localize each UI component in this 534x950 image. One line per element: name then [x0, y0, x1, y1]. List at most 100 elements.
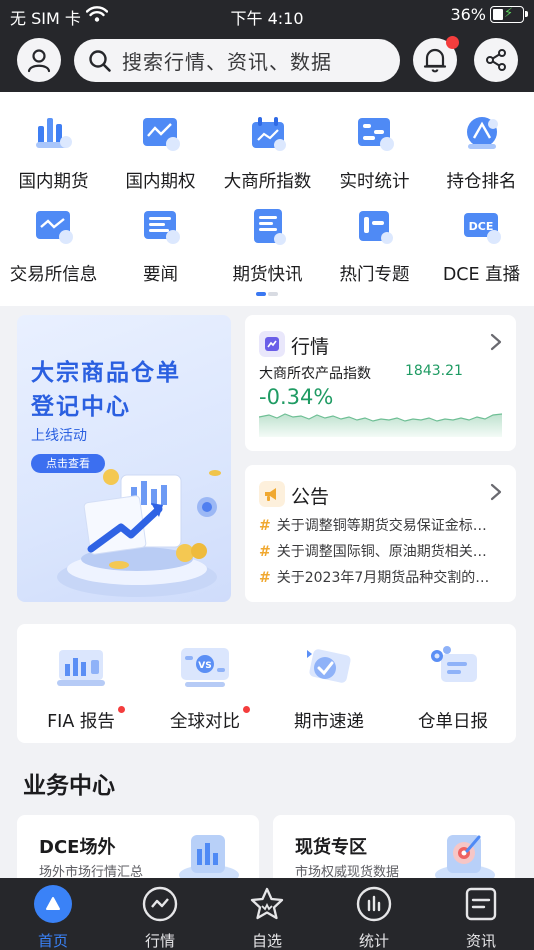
search-icon — [89, 49, 111, 72]
tool-market-express[interactable]: 期市速递 — [269, 642, 389, 733]
grid-item-realtime-stats[interactable]: 实时统计 — [321, 112, 428, 193]
notice-item[interactable]: # 关于2023年7月期货品种交割的公告 — [259, 567, 499, 587]
tab-label: 资讯 — [465, 932, 496, 950]
tab-label: 统计 — [358, 932, 389, 950]
grid-label: 持仓排名 — [446, 172, 517, 192]
global-compare-icon: VS — [181, 648, 229, 687]
tab-label: 行情 — [144, 932, 175, 950]
grid-label: 要闻 — [143, 265, 178, 285]
tab-label: 首页 — [37, 932, 68, 950]
tool-badge — [243, 706, 250, 713]
top-bar: 无 SIM 卡 下午 4:10 36% ⚡ 搜索行情、资讯、数据 — [0, 0, 534, 92]
index-value: 1843.21 — [405, 363, 463, 379]
share-button[interactable] — [474, 38, 518, 82]
grid-label: 实时统计 — [339, 172, 410, 192]
status-bar: 无 SIM 卡 下午 4:10 36% ⚡ — [0, 0, 534, 30]
news-icon — [143, 211, 180, 244]
tab-news[interactable]: 资讯 — [428, 884, 534, 950]
tab-watchlist[interactable]: 自选 — [214, 884, 320, 950]
stats-icon — [356, 886, 392, 922]
banner-title-line1: 大宗商品仓单 — [31, 360, 181, 386]
notification-badge — [446, 36, 459, 49]
tool-fia-report[interactable]: FIA 报告 — [21, 642, 141, 733]
notice-card[interactable]: 公告 #关于调整铜等期货交易保证金标准的通知 #关于调整国际铜、原油期货相关合约… — [245, 465, 516, 602]
banner-subtitle: 上线活动 — [31, 428, 87, 444]
flash-news-icon — [253, 209, 286, 245]
notice-item[interactable]: #关于调整铜等期货交易保证金标准的通知 — [259, 515, 499, 535]
svg-text:VS: VS — [198, 661, 211, 671]
tool-badge — [117, 706, 125, 713]
grid-label: 热门专题 — [339, 265, 410, 285]
bottom-tab-bar: 首页 行情 自选 统计 资讯 — [0, 878, 534, 950]
topics-icon — [358, 211, 393, 244]
notifications-button[interactable] — [413, 36, 459, 82]
tool-receipt-daily[interactable]: 仓单日报 — [393, 642, 513, 733]
business-section-title: 业务中心 — [23, 773, 115, 799]
tool-global-compare[interactable]: VS 全球对比 — [145, 642, 265, 733]
grid-item-dce-live[interactable]: DCE DCE 直播 — [428, 205, 534, 286]
grid-item-exchange-info[interactable]: 交易所信息 — [0, 205, 107, 286]
market-card-title: 行情 — [291, 336, 330, 358]
notice-item[interactable]: #关于调整国际铜、原油期货相关合约的通知 — [259, 541, 499, 561]
avatar-button[interactable] — [17, 38, 61, 82]
battery-icon: ⚡ — [490, 6, 528, 23]
tool-label: 仓单日报 — [418, 712, 488, 732]
tab-stats[interactable]: 统计 — [321, 884, 427, 950]
tool-label: 全球对比 — [170, 706, 250, 733]
svg-text:DCE: DCE — [468, 220, 493, 233]
bell-icon — [423, 48, 447, 73]
chevron-right-icon[interactable] — [490, 333, 502, 351]
market-icon — [259, 331, 285, 357]
market-card[interactable]: 行情 大商所农产品指数 1843.21 -0.34% — [245, 315, 516, 451]
grid-label: 国内期权 — [125, 172, 196, 192]
exchange-info-icon — [35, 211, 73, 244]
otc-icon — [179, 835, 239, 885]
home-icon — [34, 885, 72, 923]
star-icon — [250, 887, 284, 920]
promo-banner[interactable]: 大宗商品仓单 登记中心 上线活动 点击查看 — [17, 315, 231, 602]
user-icon — [27, 49, 51, 73]
grid-label: 国内期货 — [18, 172, 89, 192]
live-icon: DCE — [463, 213, 501, 244]
grid-item-dce-index[interactable]: 大商所指数 — [214, 112, 321, 193]
grid-label: DCE 直播 — [442, 265, 521, 285]
notice-card-title: 公告 — [291, 486, 330, 508]
tab-market[interactable]: 行情 — [107, 884, 213, 950]
banner-title-line2: 登记中心 — [31, 394, 131, 420]
ranking-icon — [466, 117, 498, 149]
index-name: 大商所农产品指数 — [259, 366, 371, 382]
chevron-right-icon[interactable] — [490, 483, 502, 501]
tab-label: 自选 — [251, 932, 282, 950]
grid-item-options[interactable]: 国内期权 — [107, 112, 214, 193]
tool-label: FIA 报告 — [47, 706, 125, 733]
business-card-spot-zone[interactable]: 现货专区 市场权威现货数据 — [273, 815, 515, 885]
megaphone-icon — [259, 481, 285, 507]
index-icon — [251, 117, 286, 151]
warehouse-receipt-illustration — [57, 469, 221, 597]
index-sparkline — [259, 413, 502, 437]
target-icon — [435, 835, 495, 885]
business-card-dce-otc[interactable]: DCE场外 场外市场行情汇总 — [17, 815, 259, 885]
search-placeholder: 搜索行情、资讯、数据 — [122, 50, 332, 74]
grid-item-futures[interactable]: 国内期货 — [0, 112, 107, 193]
tab-home[interactable]: 首页 — [0, 884, 106, 950]
daily-report-icon — [431, 646, 477, 682]
grid-label: 期货快讯 — [232, 265, 303, 285]
feature-grid: 国内期货 国内期权 大商所指数 实时统计 持仓排名 交易所信息 要闻 期货快讯 … — [0, 92, 534, 306]
grid-item-position-ranking[interactable]: 持仓排名 — [428, 112, 534, 193]
grid-item-hot-topics[interactable]: 热门专题 — [321, 205, 428, 286]
report-icon — [57, 650, 105, 686]
share-icon — [486, 49, 506, 71]
market-icon — [142, 886, 178, 922]
business-card-title: DCE场外 — [39, 837, 116, 858]
realtime-stats-icon — [357, 118, 394, 151]
futures-icon — [35, 118, 72, 148]
grid-item-flash-news[interactable]: 期货快讯 — [214, 205, 321, 286]
tool-label: 期市速递 — [294, 712, 364, 732]
search-bar[interactable]: 搜索行情、资讯、数据 — [74, 39, 400, 82]
grid-label: 大商所指数 — [223, 172, 312, 192]
quick-tools: FIA 报告 VS 全球对比 期市速递 仓单日报 — [17, 624, 516, 743]
grid-item-news[interactable]: 要闻 — [107, 205, 214, 286]
options-icon — [142, 118, 180, 151]
express-icon — [307, 649, 351, 683]
